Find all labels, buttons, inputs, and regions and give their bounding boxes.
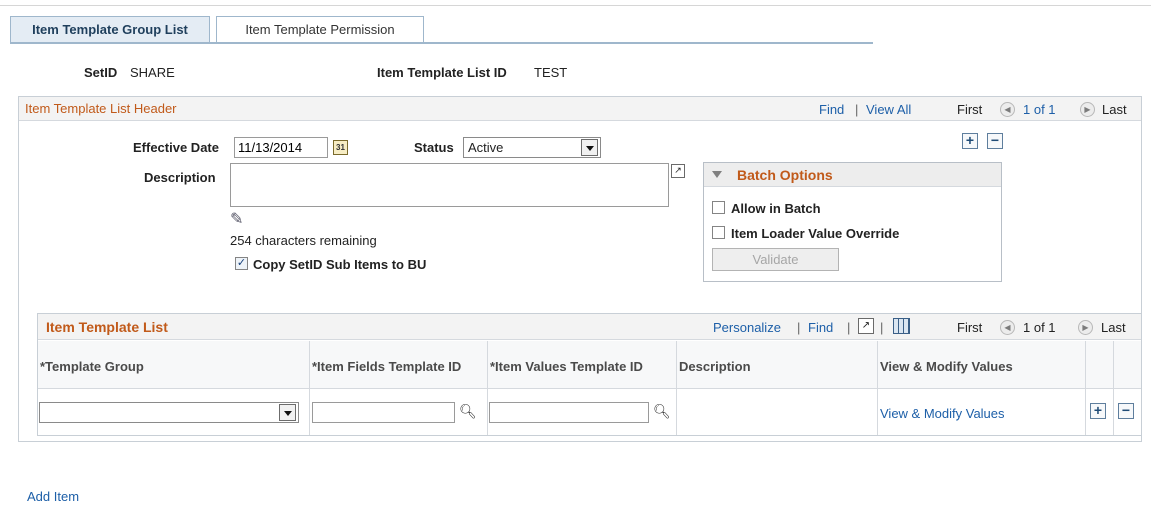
delete-row-button[interactable]: −	[987, 133, 1003, 149]
list-id-value: TEST	[534, 65, 568, 80]
add-row-button[interactable]: +	[962, 133, 978, 149]
lookup-icon[interactable]: 🔍︎	[653, 403, 671, 420]
effective-date-input[interactable]	[234, 137, 328, 158]
effective-date-label: Effective Date	[133, 140, 219, 155]
download-spreadsheet-icon[interactable]	[893, 318, 910, 334]
batch-options-title: Batch Options	[737, 167, 833, 183]
column-divider	[309, 341, 310, 435]
grid-previous-icon[interactable]: ◀	[1000, 320, 1015, 335]
find-link[interactable]: Find	[819, 102, 844, 117]
template-group-select[interactable]	[39, 402, 299, 423]
chevron-down-icon[interactable]	[279, 404, 296, 421]
calendar-icon[interactable]: 31	[333, 140, 348, 155]
chars-remaining: 254 characters remaining	[230, 233, 377, 248]
status-select[interactable]: Active	[463, 137, 601, 158]
column-header-template-group: *Template Group	[40, 359, 144, 374]
item-fields-template-id-input[interactable]	[312, 402, 455, 423]
grid-find-link[interactable]: Find	[808, 320, 833, 335]
allow-in-batch-label: Allow in Batch	[731, 201, 821, 216]
copy-setid-checkbox[interactable]: ✓	[235, 257, 248, 270]
item-loader-override-label: Item Loader Value Override	[731, 226, 900, 241]
description-textarea[interactable]	[230, 163, 669, 207]
separator: |	[847, 320, 851, 335]
allow-in-batch-checkbox[interactable]	[712, 201, 725, 214]
separator: |	[880, 320, 884, 335]
grid-add-row-button[interactable]: +	[1090, 403, 1106, 419]
list-id-label: Item Template List ID	[377, 65, 507, 80]
previous-icon[interactable]: ◀	[1000, 102, 1015, 117]
spellcheck-icon[interactable]: ✎	[230, 209, 243, 229]
validate-button[interactable]: Validate	[712, 248, 839, 271]
item-values-template-id-input[interactable]	[489, 402, 649, 423]
tab-item-template-permission[interactable]: Item Template Permission	[216, 16, 424, 43]
separator: |	[855, 102, 859, 117]
grid-page-count: 1 of 1	[1023, 320, 1056, 335]
view-modify-values-link[interactable]: View & Modify Values	[880, 406, 1005, 421]
separator: |	[797, 320, 801, 335]
status-label: Status	[414, 140, 454, 155]
column-header-view-modify: View & Modify Values	[880, 359, 1013, 374]
column-header-item-fields-template-id: *Item Fields Template ID	[312, 359, 462, 374]
collapse-icon[interactable]	[712, 171, 722, 178]
first-label: First	[957, 102, 983, 117]
template-list-title: Item Template List	[46, 319, 168, 335]
expand-grid-icon[interactable]: ↗	[858, 318, 874, 334]
item-loader-override-checkbox[interactable]	[712, 226, 725, 239]
last-label: Last	[1102, 102, 1127, 117]
top-divider	[0, 5, 1151, 6]
header-divider	[38, 388, 1141, 389]
grid-last-label: Last	[1101, 320, 1126, 335]
next-icon[interactable]: ▶	[1080, 102, 1095, 117]
list-header-title: Item Template List Header	[25, 101, 177, 116]
lookup-icon[interactable]: 🔍︎	[459, 403, 477, 420]
description-label: Description	[144, 170, 216, 185]
column-header-item-values-template-id: *Item Values Template ID	[490, 359, 643, 374]
personalize-link[interactable]: Personalize	[713, 320, 781, 335]
grid-delete-row-button[interactable]: −	[1118, 403, 1134, 419]
view-all-link[interactable]: View All	[866, 102, 911, 117]
column-divider	[676, 341, 677, 435]
grid-first-label: First	[957, 320, 983, 335]
expand-icon[interactable]: ↗	[671, 164, 685, 178]
column-divider	[877, 341, 878, 435]
setid-value: SHARE	[130, 65, 175, 80]
setid-label: SetID	[84, 65, 118, 80]
column-divider	[487, 341, 488, 435]
status-value: Active	[468, 140, 504, 155]
column-divider	[1085, 341, 1086, 435]
add-item-link[interactable]: Add Item	[27, 489, 79, 504]
tab-underline	[10, 42, 873, 44]
tab-item-template-group-list[interactable]: Item Template Group List	[10, 16, 210, 43]
page-count: 1 of 1	[1023, 102, 1056, 117]
copy-setid-label: Copy SetID Sub Items to BU	[253, 257, 427, 272]
column-header-description: Description	[679, 359, 751, 374]
grid-next-icon[interactable]: ▶	[1078, 320, 1093, 335]
chevron-down-icon[interactable]	[581, 139, 598, 156]
column-divider	[1113, 341, 1114, 435]
